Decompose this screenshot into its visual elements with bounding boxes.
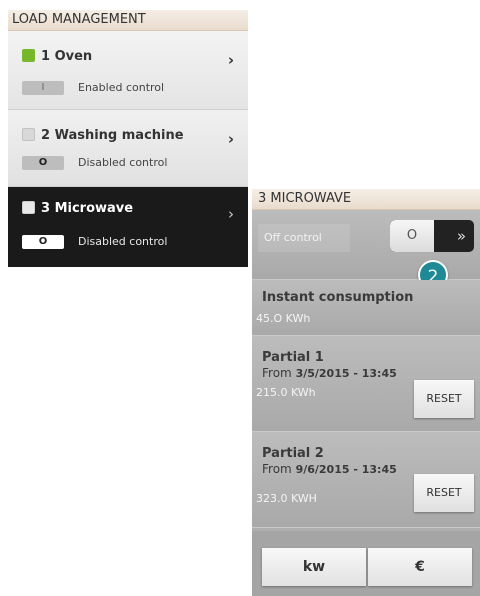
off-control-section: Off control O » 2 bbox=[252, 210, 480, 290]
from-label: From bbox=[262, 462, 292, 476]
partial-1-section: Partial 1 From 3/5/2015 - 13:45 215.0 KW… bbox=[252, 336, 480, 432]
instant-consumption-value: 45.O KWh bbox=[256, 312, 311, 325]
partial-2-value: 323.0 KWH bbox=[256, 492, 317, 505]
load-item-name: 3 Microwave bbox=[41, 201, 134, 216]
switch-off-knob[interactable]: O bbox=[390, 220, 434, 252]
status-square-icon bbox=[22, 128, 35, 141]
load-item-name: 1 Oven bbox=[41, 49, 93, 64]
microwave-detail-panel: 3 MICROWAVE Off control O » 2 Instant co… bbox=[252, 189, 480, 596]
partial-2-from: From 9/6/2015 - 13:45 bbox=[262, 462, 397, 476]
microwave-header: 3 MICROWAVE bbox=[252, 189, 480, 210]
control-status-label: Enabled control bbox=[78, 81, 165, 94]
reset-partial-2-button[interactable]: RESET bbox=[414, 474, 474, 512]
partial-2-section: Partial 2 From 9/6/2015 - 13:45 323.0 KW… bbox=[252, 432, 480, 528]
partial-1-date: 3/5/2015 - 13:45 bbox=[295, 367, 397, 380]
partial-2-date: 9/6/2015 - 13:45 bbox=[295, 463, 397, 476]
chevron-right-icon[interactable]: › bbox=[228, 205, 234, 223]
chevron-right-icon[interactable]: › bbox=[228, 130, 234, 148]
partial-1-value: 215.0 KWh bbox=[256, 386, 316, 399]
control-toggle[interactable]: O bbox=[22, 235, 64, 249]
chevron-right-icon[interactable]: › bbox=[228, 51, 234, 69]
status-square-icon bbox=[22, 201, 35, 214]
load-management-panel: LOAD MANAGEMENT 1 Oven › I Enabled contr… bbox=[8, 10, 248, 267]
load-item-title: 3 Microwave bbox=[22, 201, 133, 216]
off-control-label: Off control bbox=[258, 224, 350, 252]
load-item-washing-machine[interactable]: 2 Washing machine › O Disabled control bbox=[8, 110, 248, 187]
load-item-oven[interactable]: 1 Oven › I Enabled control bbox=[8, 31, 248, 110]
control-toggle[interactable]: O bbox=[22, 156, 64, 170]
partial-2-label: Partial 2 bbox=[262, 446, 324, 461]
load-item-name: 2 Washing machine bbox=[41, 128, 184, 143]
control-status-label: Disabled control bbox=[78, 156, 168, 169]
euro-unit-button[interactable]: € bbox=[368, 548, 472, 586]
from-label: From bbox=[262, 366, 292, 380]
unit-selector-bar: kw € bbox=[252, 531, 480, 596]
kw-unit-button[interactable]: kw bbox=[262, 548, 366, 586]
load-item-title: 1 Oven bbox=[22, 49, 92, 64]
double-chevron-right-icon: » bbox=[456, 227, 466, 245]
status-square-icon bbox=[22, 49, 35, 62]
control-status-label: Disabled control bbox=[78, 235, 168, 248]
load-item-microwave[interactable]: 3 Microwave › O Disabled control bbox=[8, 187, 248, 267]
instant-consumption-section: Instant consumption 45.O KWh bbox=[252, 280, 480, 336]
load-management-header: LOAD MANAGEMENT bbox=[8, 10, 248, 31]
control-toggle[interactable]: I bbox=[22, 81, 64, 95]
load-item-title: 2 Washing machine bbox=[22, 128, 184, 143]
partial-1-label: Partial 1 bbox=[262, 350, 324, 365]
reset-partial-1-button[interactable]: RESET bbox=[414, 380, 474, 418]
instant-consumption-label: Instant consumption bbox=[262, 290, 414, 305]
off-control-switch[interactable]: O » bbox=[390, 220, 474, 252]
partial-1-from: From 3/5/2015 - 13:45 bbox=[262, 366, 397, 380]
